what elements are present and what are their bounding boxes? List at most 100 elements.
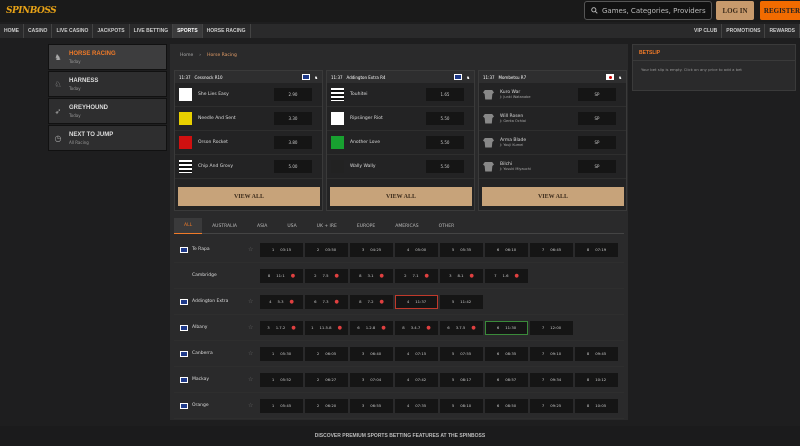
race-cell[interactable]: 6 7.3 ● bbox=[305, 294, 348, 309]
odds-button[interactable]: 1.65 bbox=[426, 88, 464, 101]
odds-button[interactable]: 3.30 bbox=[274, 112, 312, 125]
tab-other[interactable]: OTHER bbox=[429, 218, 465, 234]
nav-live-casino[interactable]: LIVE CASINO bbox=[52, 24, 94, 38]
race-cell[interactable]: 4 07:15 bbox=[395, 346, 438, 361]
favourite-star-icon[interactable]: ☆ bbox=[248, 350, 260, 357]
race-cell[interactable]: 7 06:45 bbox=[530, 242, 573, 257]
meeting-name[interactable]: Te Rapa bbox=[192, 247, 248, 252]
race-cell[interactable]: 5 11:42 bbox=[440, 294, 483, 309]
race-cell[interactable]: 4 05:00 bbox=[395, 242, 438, 257]
login-button[interactable]: LOG IN bbox=[716, 1, 754, 20]
favourite-star-icon[interactable]: ☆ bbox=[248, 402, 260, 409]
view-all-button[interactable]: VIEW ALL bbox=[482, 187, 624, 206]
odds-button[interactable]: SP bbox=[578, 112, 616, 125]
race-cell[interactable]: 1 05:30 bbox=[260, 346, 303, 361]
race-cell[interactable]: 1 05:45 bbox=[260, 398, 303, 413]
race-cell[interactable]: 7 09:34 bbox=[530, 372, 573, 387]
meeting-name[interactable]: Canberra bbox=[192, 351, 248, 356]
nav-casino[interactable]: CASINO bbox=[24, 24, 53, 38]
race-cell[interactable]: 8 09:45 bbox=[575, 346, 618, 361]
race-cell[interactable]: 6 1.2.8 ● bbox=[350, 320, 393, 335]
odds-button[interactable]: 3.80 bbox=[274, 136, 312, 149]
race-cell[interactable]: 2 7.5 ● bbox=[305, 268, 348, 283]
race-cell[interactable]: 2 03:50 bbox=[305, 242, 348, 257]
race-cell[interactable]: 7 12:00 bbox=[530, 320, 573, 335]
meeting-name[interactable]: Orange bbox=[192, 403, 248, 408]
race-cell[interactable]: 6 08:57 bbox=[485, 372, 528, 387]
logo[interactable]: SPINBOSS bbox=[6, 2, 57, 20]
odds-button[interactable]: 2.90 bbox=[274, 88, 312, 101]
tab-all[interactable]: ALL bbox=[174, 218, 203, 234]
race-cell[interactable]: 2 7.1 ● bbox=[395, 268, 438, 283]
race-cell[interactable]: 6 06:10 bbox=[485, 242, 528, 257]
race-cell[interactable]: 6 08:35 bbox=[485, 346, 528, 361]
race-cell[interactable]: 4 07:42 bbox=[395, 372, 438, 387]
race-cell[interactable]: 6 11:30 bbox=[485, 320, 528, 335]
race-cell[interactable]: 3 06:40 bbox=[350, 346, 393, 361]
race-cell[interactable]: 8 07:19 bbox=[575, 242, 618, 257]
race-cell[interactable]: 4 5.3 ● bbox=[260, 294, 303, 309]
view-all-button[interactable]: VIEW ALL bbox=[178, 187, 320, 206]
race-cell[interactable]: 7 09:25 bbox=[530, 398, 573, 413]
race-cell[interactable]: 3 1.7.2 ● bbox=[260, 320, 303, 335]
race-cell[interactable]: 7 1.6 ● bbox=[485, 268, 528, 283]
sidebar-item-next-to-jump[interactable]: ◷ NEXT TO JUMP All Racing bbox=[48, 125, 167, 151]
race-cell[interactable]: 6 3.7.5 ● bbox=[440, 320, 483, 335]
race-cell[interactable]: 1 05:52 bbox=[260, 372, 303, 387]
race-cell[interactable]: 4 07:35 bbox=[395, 398, 438, 413]
race-cell[interactable]: 5 05:35 bbox=[440, 242, 483, 257]
sidebar-item-greyhound[interactable]: ➶ GREYHOUND Today bbox=[48, 98, 167, 124]
race-cell[interactable]: 5 07:55 bbox=[440, 346, 483, 361]
race-cell[interactable]: 8 10:05 bbox=[575, 398, 618, 413]
breadcrumb-home[interactable]: Home bbox=[180, 53, 193, 58]
race-cell[interactable]: 8 10:12 bbox=[575, 372, 618, 387]
meeting-name[interactable]: Cambridge bbox=[192, 273, 248, 278]
nav-vip-club[interactable]: VIP CLUB bbox=[690, 24, 723, 38]
race-cell[interactable]: 1 11.5.8 ● bbox=[305, 320, 348, 335]
race-cell[interactable]: 8 3.1 ● bbox=[350, 268, 393, 283]
tab-americas[interactable]: AMERICAS bbox=[385, 218, 428, 234]
favourite-star-icon[interactable]: ☆ bbox=[248, 324, 260, 331]
sidebar-item-horse-racing[interactable]: ♞ HORSE RACING Today bbox=[48, 44, 167, 70]
tab-europe[interactable]: EUROPE bbox=[347, 218, 385, 234]
odds-button[interactable]: 5.50 bbox=[426, 136, 464, 149]
race-cell[interactable]: 3 07:04 bbox=[350, 372, 393, 387]
race-cell[interactable]: 7 09:10 bbox=[530, 346, 573, 361]
sidebar-item-harness[interactable]: ♘ HARNESS Today bbox=[48, 71, 167, 97]
tab-uk-ire[interactable]: UK + IRE bbox=[307, 218, 347, 234]
favourite-star-icon[interactable]: ☆ bbox=[248, 298, 260, 305]
nav-sports[interactable]: SPORTS bbox=[173, 24, 203, 38]
nav-horse-racing[interactable]: HORSE RACING bbox=[203, 24, 251, 38]
tab-asia[interactable]: ASIA bbox=[247, 218, 277, 234]
tab-usa[interactable]: USA bbox=[277, 218, 306, 234]
odds-button[interactable]: 5.50 bbox=[426, 160, 464, 173]
meeting-name[interactable]: Mackay bbox=[192, 377, 248, 382]
odds-button[interactable]: 5.50 bbox=[426, 112, 464, 125]
race-cell[interactable]: 3 8.1 ● bbox=[440, 268, 483, 283]
race-cell[interactable]: 2 06:05 bbox=[305, 346, 348, 361]
register-button[interactable]: REGISTER bbox=[760, 1, 800, 20]
race-cell[interactable]: 4 11:37 bbox=[395, 294, 438, 309]
search-input[interactable]: Games, Categories, Providers bbox=[584, 1, 712, 20]
race-cell[interactable]: 3 06:55 bbox=[350, 398, 393, 413]
race-cell[interactable]: 8 7.2 ● bbox=[350, 294, 393, 309]
race-cell[interactable]: 6 08:50 bbox=[485, 398, 528, 413]
meeting-name[interactable]: Addington Extra bbox=[192, 299, 248, 304]
race-cell[interactable]: 3 04:25 bbox=[350, 242, 393, 257]
odds-button[interactable]: SP bbox=[578, 136, 616, 149]
tab-australia[interactable]: AUSTRALIA bbox=[202, 218, 247, 234]
nav-jackpots[interactable]: JACKPOTS bbox=[93, 24, 130, 38]
race-cell[interactable]: 5 08:10 bbox=[440, 398, 483, 413]
race-cell[interactable]: 2 06:27 bbox=[305, 372, 348, 387]
nav-home[interactable]: HOME bbox=[0, 24, 24, 38]
nav-promotions[interactable]: PROMOTIONS bbox=[722, 24, 766, 38]
favourite-star-icon[interactable]: ☆ bbox=[248, 246, 260, 253]
race-cell[interactable]: 8 11:1 ● bbox=[260, 268, 303, 283]
odds-button[interactable]: SP bbox=[578, 88, 616, 101]
odds-button[interactable]: SP bbox=[578, 160, 616, 173]
race-cell[interactable]: 5 08:17 bbox=[440, 372, 483, 387]
nav-live-betting[interactable]: LIVE BETTING bbox=[130, 24, 174, 38]
race-cell[interactable]: 1 03:15 bbox=[260, 242, 303, 257]
meeting-name[interactable]: Albany bbox=[192, 325, 248, 330]
race-cell[interactable]: 8 3.4.7 ● bbox=[395, 320, 438, 335]
